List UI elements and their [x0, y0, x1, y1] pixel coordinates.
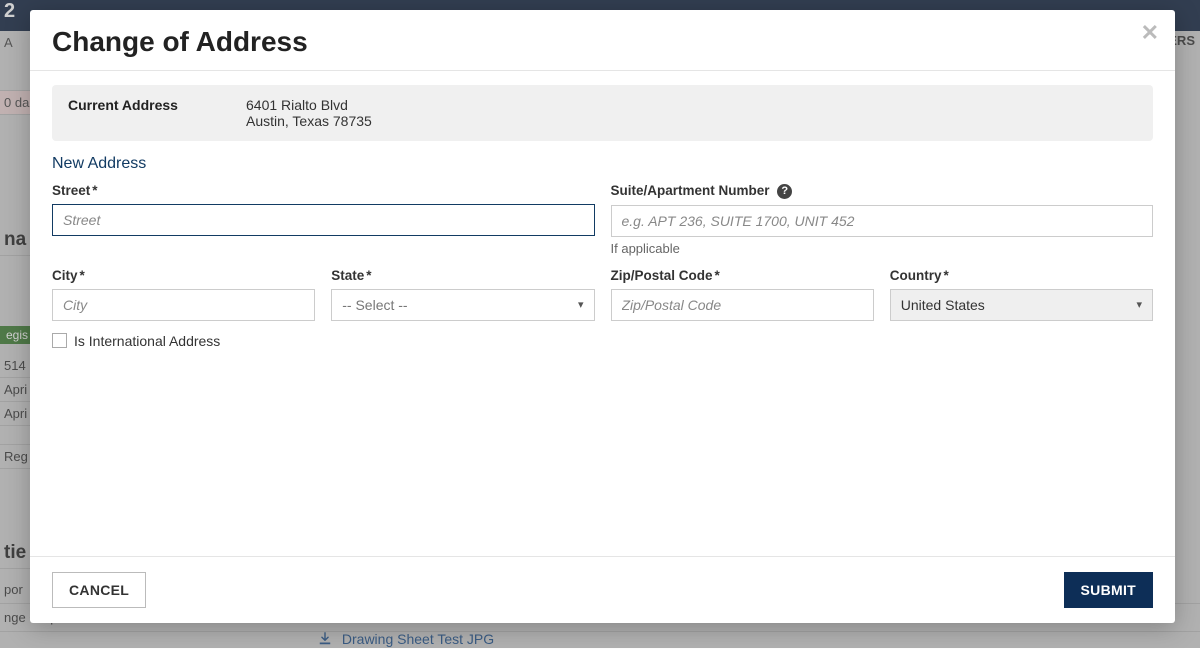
- international-checkbox[interactable]: [52, 333, 67, 348]
- modal-header: Change of Address ✕: [30, 10, 1175, 71]
- city-label: City*: [52, 268, 315, 283]
- chevron-down-icon: ▾: [1136, 298, 1142, 311]
- zip-label: Zip/Postal Code*: [611, 268, 874, 283]
- state-label: State*: [331, 268, 594, 283]
- international-label: Is International Address: [74, 333, 220, 349]
- current-address-label: Current Address: [68, 97, 198, 129]
- cancel-button[interactable]: CANCEL: [52, 572, 146, 608]
- current-address-value: 6401 Rialto Blvd Austin, Texas 78735: [246, 97, 372, 129]
- current-address-line2: Austin, Texas 78735: [246, 113, 372, 129]
- city-input[interactable]: [52, 289, 315, 321]
- help-icon[interactable]: ?: [777, 184, 792, 199]
- international-checkbox-row: Is International Address: [52, 333, 1153, 349]
- new-address-heading: New Address: [52, 155, 1153, 173]
- state-select[interactable]: -- Select -- ▾: [331, 289, 594, 321]
- close-icon[interactable]: ✕: [1141, 20, 1159, 46]
- current-address-box: Current Address 6401 Rialto Blvd Austin,…: [52, 85, 1153, 141]
- zip-input[interactable]: [611, 289, 874, 321]
- country-label: Country*: [890, 268, 1153, 283]
- suite-helper: If applicable: [611, 241, 1154, 256]
- suite-input[interactable]: [611, 205, 1154, 237]
- modal-title: Change of Address: [52, 26, 1153, 58]
- current-address-line1: 6401 Rialto Blvd: [246, 97, 372, 113]
- change-address-modal: Change of Address ✕ Current Address 6401…: [30, 10, 1175, 623]
- street-input[interactable]: [52, 204, 595, 236]
- country-select[interactable]: United States ▾: [890, 289, 1153, 321]
- country-selected: United States: [901, 297, 985, 313]
- suite-label: Suite/Apartment Number ?: [611, 183, 1154, 199]
- state-selected: -- Select --: [342, 297, 407, 313]
- street-label: Street*: [52, 183, 595, 198]
- chevron-down-icon: ▾: [578, 298, 584, 311]
- modal-body: Current Address 6401 Rialto Blvd Austin,…: [30, 71, 1175, 556]
- modal-footer: CANCEL SUBMIT: [30, 556, 1175, 623]
- submit-button[interactable]: SUBMIT: [1064, 572, 1153, 608]
